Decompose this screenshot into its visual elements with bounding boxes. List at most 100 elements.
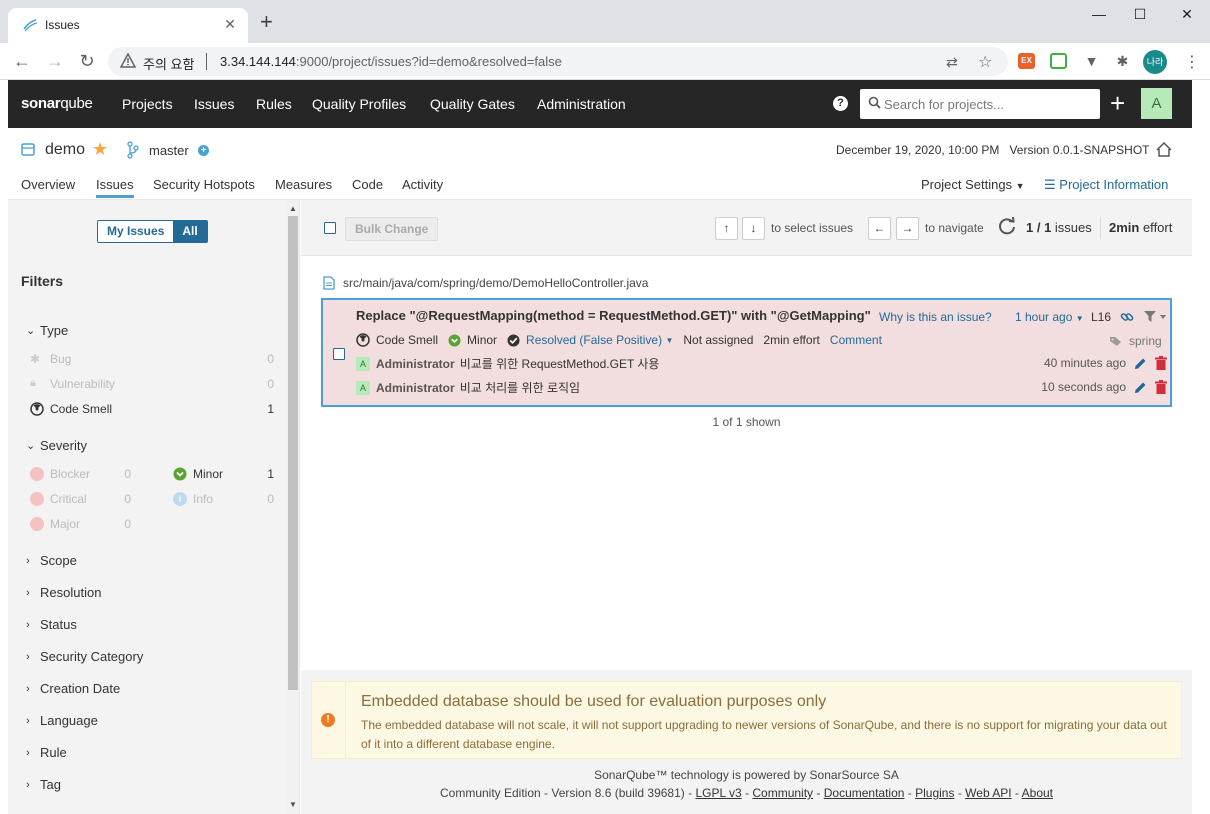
link-icon[interactable] (1120, 310, 1134, 324)
component-path[interactable]: src/main/java/com/spring/demo/DemoHelloC… (323, 276, 648, 290)
search-input[interactable] (884, 94, 1089, 114)
back-icon[interactable]: ← (12, 51, 32, 71)
reload-icon[interactable]: ↻ (77, 51, 97, 71)
profile-avatar[interactable]: 나라 (1143, 50, 1167, 74)
address-bar[interactable]: 주의 요함 3.34.144.144:9000/project/issues?i… (108, 47, 1008, 76)
create-plus-icon[interactable]: + (1110, 90, 1125, 116)
browser-tab[interactable]: Issues ✕ (8, 8, 248, 43)
tab-activity[interactable]: Activity (402, 177, 443, 195)
minimize-icon[interactable]: — (1089, 6, 1109, 22)
window-close-icon[interactable]: ✕ (1177, 6, 1197, 23)
tab-measures[interactable]: Measures (275, 177, 332, 195)
footer-link-documentation[interactable]: Documentation (824, 786, 905, 800)
extension-v-icon[interactable]: ▼ (1083, 53, 1100, 69)
footer-link-web-api[interactable]: Web API (965, 786, 1011, 800)
issue-type[interactable]: Code Smell (356, 333, 438, 347)
delete-trash-icon[interactable] (1155, 356, 1167, 370)
issue-age[interactable]: 1 hour ago ▼ (1015, 310, 1084, 324)
browser-menu-icon[interactable]: ⋮ (1184, 52, 1200, 72)
footer-link-plugins[interactable]: Plugins (915, 786, 954, 800)
extension-ex-icon[interactable]: EX (1018, 53, 1035, 69)
tab-code[interactable]: Code (352, 177, 383, 195)
project-name[interactable]: demo (45, 141, 85, 159)
scroll-up-icon[interactable]: ▲ (289, 204, 297, 213)
project-search[interactable] (860, 89, 1100, 119)
issue-item[interactable]: Replace "@RequestMapping(method = Reques… (321, 298, 1172, 407)
translate-icon[interactable]: ⇄ (946, 54, 958, 71)
select-all-checkbox[interactable] (324, 222, 336, 234)
footer-link-about[interactable]: About (1022, 786, 1053, 800)
facet-severity[interactable]: ⌄ Severity (26, 438, 87, 453)
issue-severity[interactable]: Minor (448, 333, 497, 347)
issue-tags[interactable]: spring (1109, 334, 1162, 348)
user-avatar[interactable]: A (1141, 88, 1172, 119)
facet-severity-critical[interactable]: Critical (30, 492, 87, 506)
facet-status[interactable]: › Status (26, 617, 77, 632)
tab-issues[interactable]: Issues (96, 177, 134, 198)
why-issue-link[interactable]: Why is this an issue? (879, 310, 992, 324)
tab-overview[interactable]: Overview (21, 177, 75, 195)
facet-tag[interactable]: › Tag (26, 777, 61, 792)
forward-icon[interactable]: → (45, 51, 65, 71)
project-settings-menu[interactable]: Project Settings ▼ (921, 177, 1025, 192)
issue-title[interactable]: Replace "@RequestMapping(method = Reques… (356, 308, 871, 323)
sidebar-scroll-thumb[interactable] (288, 216, 298, 690)
facet-tag-label: Tag (40, 777, 61, 792)
bookmark-star-icon[interactable]: ☆ (978, 52, 992, 72)
edit-pencil-icon[interactable] (1134, 357, 1147, 370)
facet-scope[interactable]: › Scope (26, 553, 77, 568)
footer-link-license[interactable]: LGPL v3 (695, 786, 741, 800)
extensions-puzzle-icon[interactable]: ✱ (1114, 53, 1131, 69)
filter-icon[interactable] (1143, 310, 1167, 323)
facet-resolution[interactable]: › Resolution (26, 585, 101, 600)
all-issues-button[interactable]: All (173, 221, 207, 242)
tab-security-hotspots[interactable]: Security Hotspots (153, 177, 255, 195)
facet-rule[interactable]: › Rule (26, 745, 67, 760)
facet-security-category[interactable]: › Security Category (26, 649, 143, 664)
edit-pencil-icon[interactable] (1134, 381, 1147, 394)
help-icon[interactable]: ? (833, 96, 848, 111)
maximize-icon[interactable]: ☐ (1130, 6, 1150, 23)
footer-link-community[interactable]: Community (752, 786, 813, 800)
nav-projects[interactable]: Projects (122, 96, 173, 112)
issue-age-text: 1 hour ago (1015, 310, 1073, 324)
facet-creation-date[interactable]: › Creation Date (26, 681, 120, 696)
facet-language[interactable]: › Language (26, 713, 98, 728)
home-icon[interactable] (1156, 142, 1172, 157)
sonarqube-logo[interactable]: sonarqube (21, 95, 93, 112)
tab-close-icon[interactable]: ✕ (222, 16, 238, 33)
nav-quality-profiles[interactable]: Quality Profiles (312, 96, 406, 112)
facet-severity-major[interactable]: Major (30, 517, 80, 531)
facet-severity-blocker[interactable]: Blocker (30, 467, 90, 481)
scroll-down-icon[interactable]: ▼ (289, 800, 297, 809)
nav-quality-gates[interactable]: Quality Gates (430, 96, 515, 112)
extension-green-icon[interactable] (1050, 53, 1067, 69)
branch-plus-icon[interactable]: + (198, 145, 209, 156)
issue-resolution[interactable]: Resolved (False Positive) ▼ (507, 333, 673, 347)
facet-type-bug[interactable]: ✱ Bug (30, 352, 71, 366)
branch-name[interactable]: master (149, 143, 189, 158)
nav-administration[interactable]: Administration (537, 96, 626, 112)
facet-type-code-smell[interactable]: Code Smell (30, 402, 112, 416)
issue-resolution-label: Resolved (False Positive) (526, 333, 663, 347)
delete-trash-icon[interactable] (1155, 380, 1167, 394)
facet-type[interactable]: ⌄ Type (26, 323, 68, 338)
new-tab-icon[interactable]: + (260, 11, 273, 33)
facet-severity-minor[interactable]: Minor (173, 467, 223, 481)
favorite-star-icon[interactable]: ★ (92, 140, 108, 158)
issue-assignee[interactable]: Not assigned (683, 333, 753, 347)
facet-security-category-label: Security Category (40, 649, 144, 664)
resolved-check-icon (507, 333, 520, 347)
add-comment-link[interactable]: Comment (830, 333, 882, 347)
nav-issues[interactable]: Issues (194, 96, 234, 112)
comment-text: 비교를 위한 RequestMethod.GET 사용 (459, 357, 660, 371)
project-information-link[interactable]: ☰ Project Information (1044, 177, 1168, 193)
bulk-change-button[interactable]: Bulk Change (345, 217, 439, 241)
my-issues-button[interactable]: My Issues (98, 221, 174, 242)
nav-rules[interactable]: Rules (256, 96, 292, 112)
issue-effort[interactable]: 2min effort (763, 333, 819, 347)
facet-severity-info[interactable]: i Info (173, 492, 213, 506)
facet-type-vulnerability[interactable]: 🔒︎ Vulnerability (30, 377, 115, 391)
issue-checkbox[interactable] (333, 348, 345, 360)
reload-issues-icon[interactable] (997, 216, 1017, 236)
